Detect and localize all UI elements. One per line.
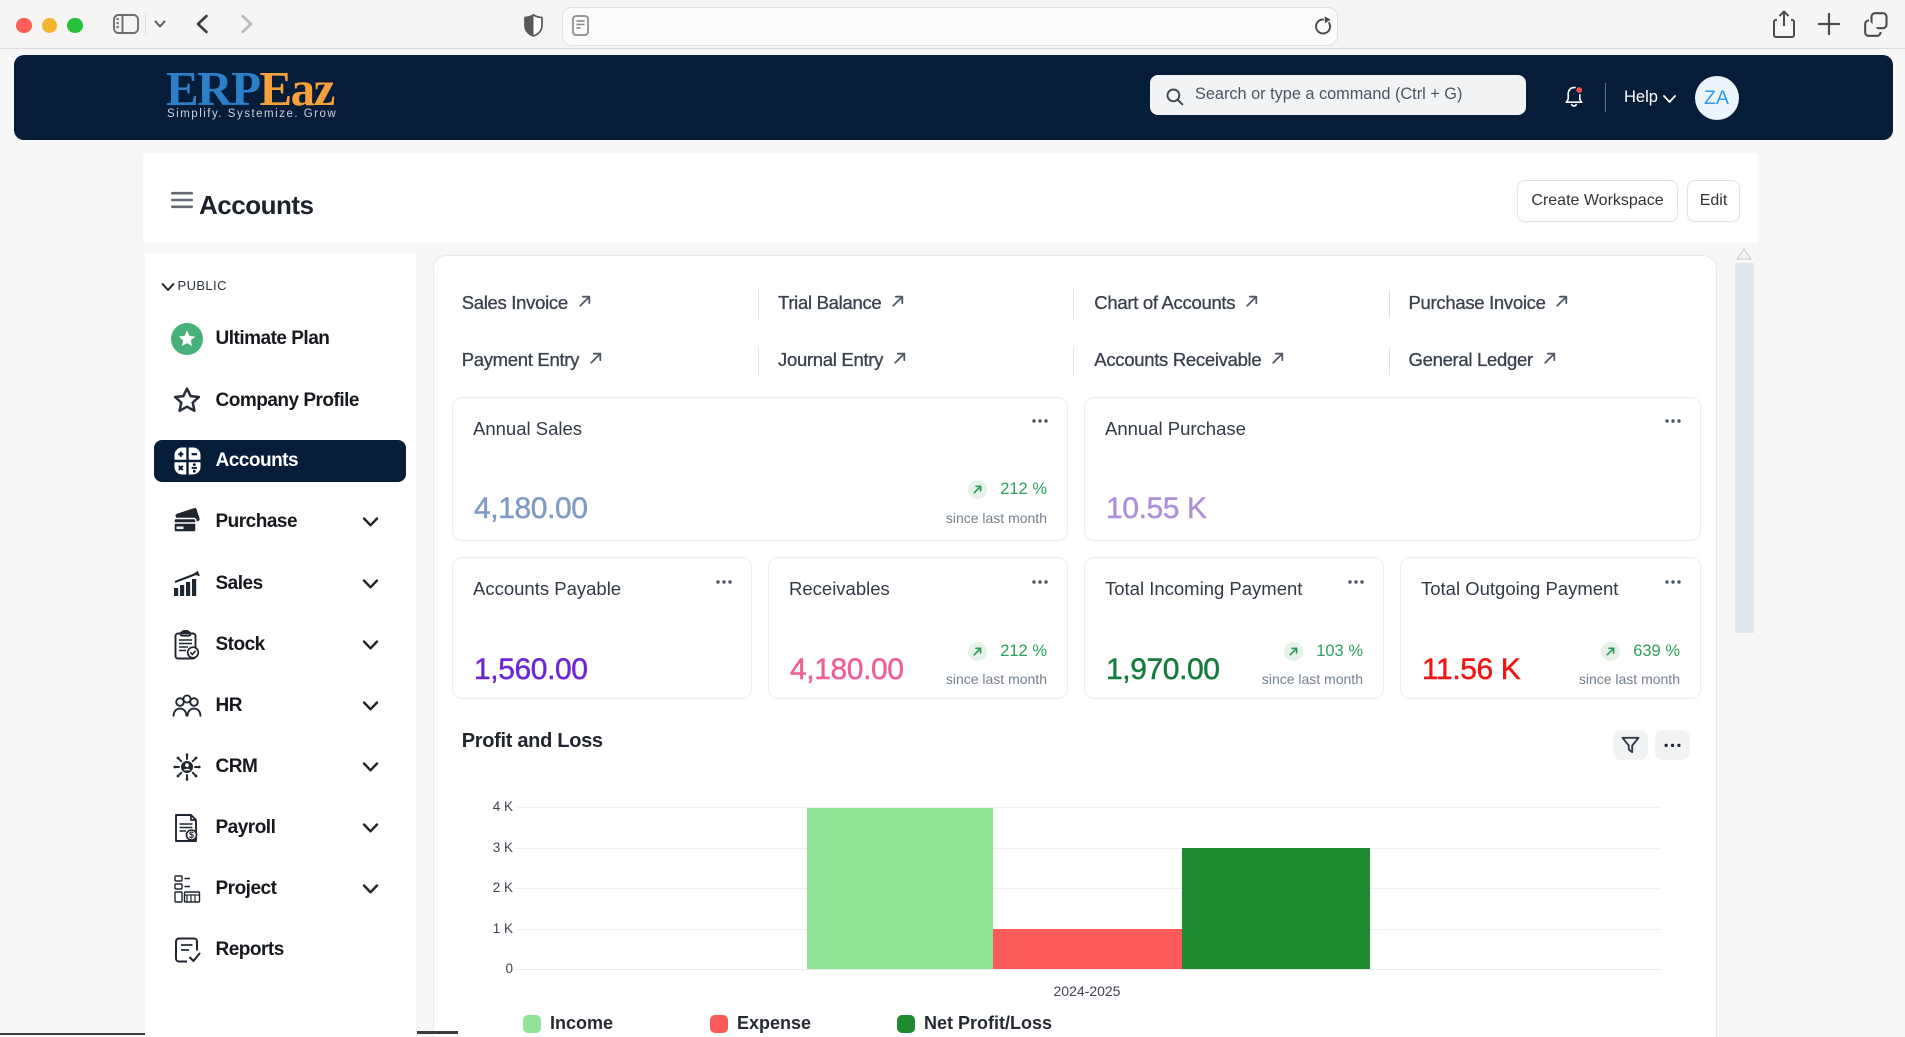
svg-text:$: $: [189, 830, 194, 840]
